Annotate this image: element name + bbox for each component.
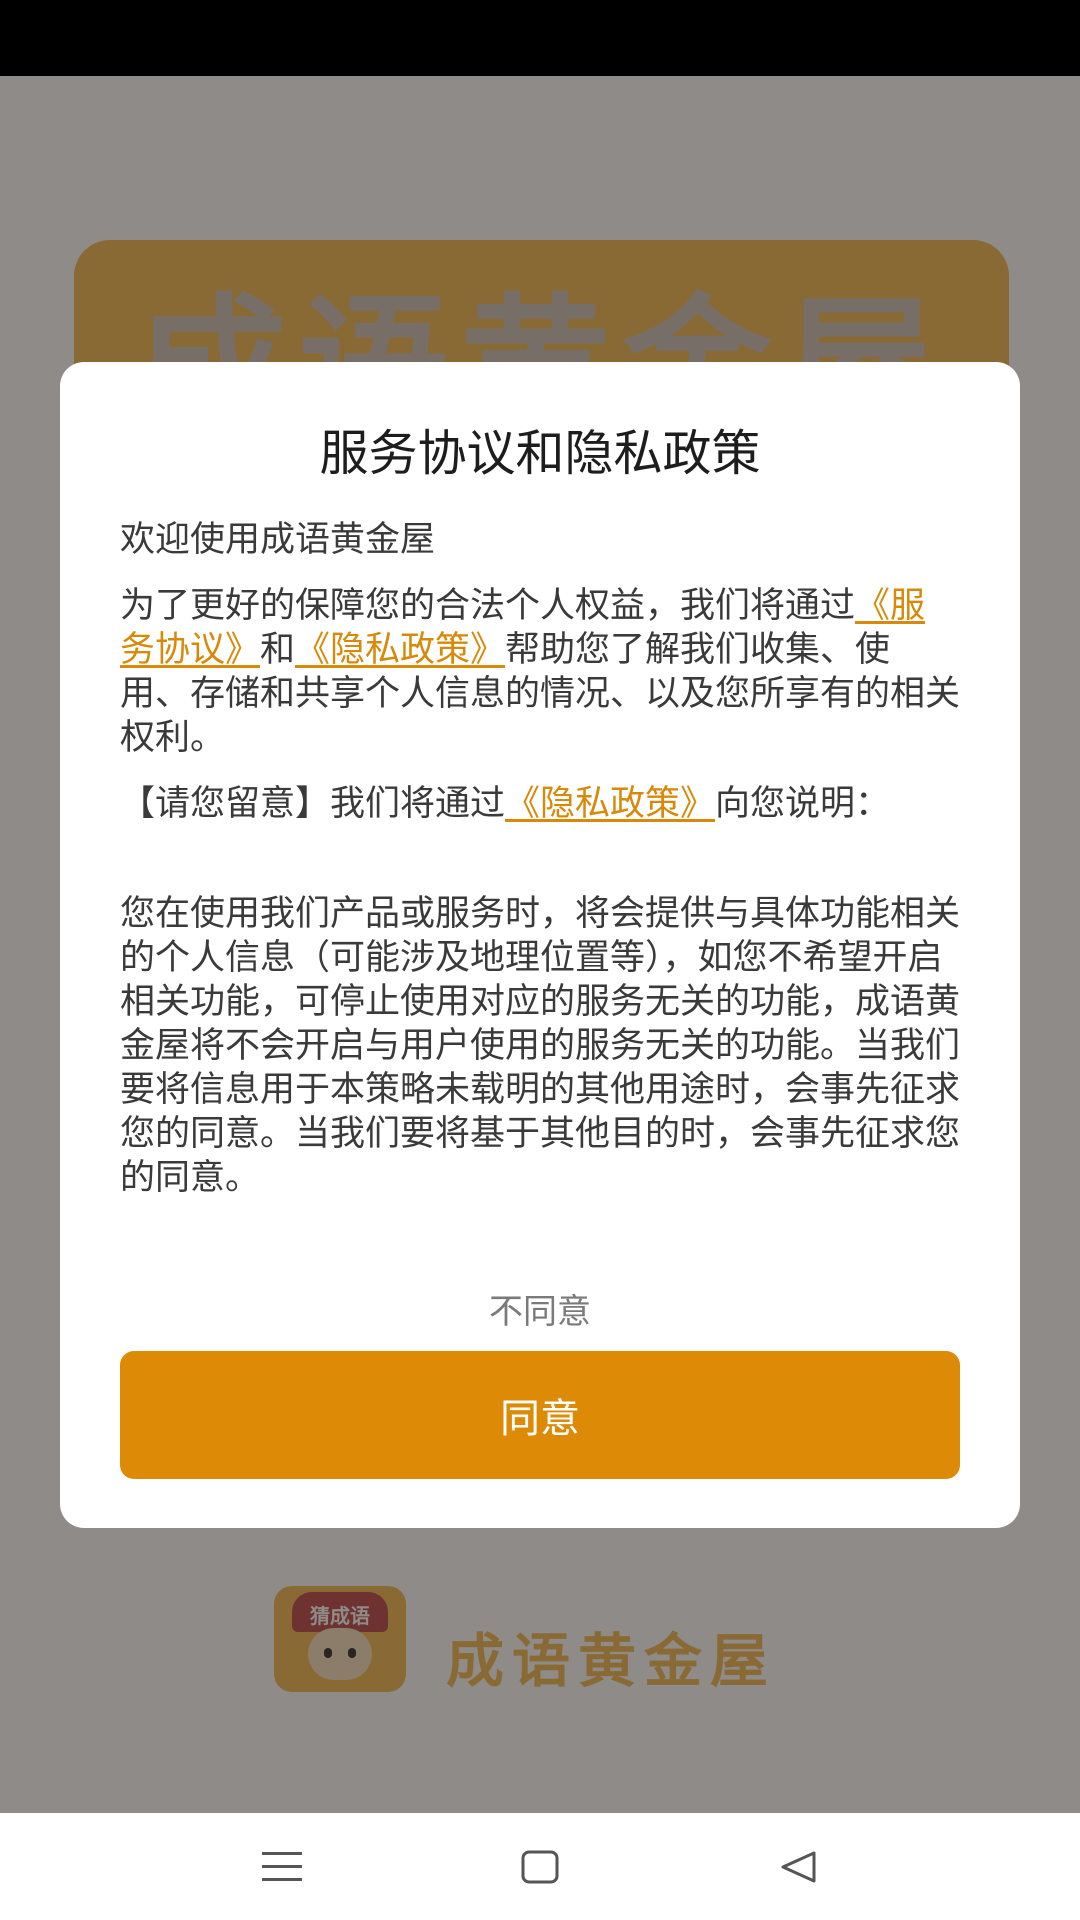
logo-right-eye [348,1648,356,1658]
disagree-button[interactable]: 不同意 [60,1284,1020,1333]
nav-menu-button[interactable] [247,1837,317,1897]
nav-home-button[interactable] [505,1837,575,1897]
privacy-policy-link[interactable]: 《隐私政策》 [295,630,505,670]
privacy-dialog: 服务协议和隐私政策 欢迎使用成语黄金屋 为了更好的保障您的合法个人权益，我们将通… [60,362,1020,1528]
menu-lines-icon [262,1852,302,1881]
intro-paragraph: 为了更好的保障您的合法个人权益，我们将通过《服务协议》和《隐私政策》帮助您了解我… [120,584,960,760]
square-home-icon [521,1850,559,1884]
logo-face [308,1628,372,1680]
notice-paragraph: 【请您留意】我们将通过《隐私政策》向您说明： [120,782,960,826]
intro-and-text: 和 [260,630,296,670]
welcome-text: 欢迎使用成语黄金屋 [120,520,436,560]
logo-hat: 猜成语 [292,1592,388,1632]
nav-back-button[interactable] [763,1837,833,1897]
notice-text-2: 向您说明： [715,784,891,824]
triangle-back-icon [781,1851,816,1883]
app-logo: 猜成语 [274,1586,406,1692]
splash-app-name: 成语黄金屋 [446,1627,777,1695]
logo-left-eye [324,1648,332,1658]
dialog-title: 服务协议和隐私政策 [319,425,761,482]
agree-button-label: 同意 [500,1396,580,1442]
privacy-policy-link-2[interactable]: 《隐私政策》 [505,784,715,824]
system-nav-bar [0,1813,1080,1920]
status-bar [0,0,1080,76]
intro-text-1: 为了更好的保障您的合法个人权益，我们将通过 [120,586,856,626]
agree-button[interactable]: 同意 [120,1351,960,1479]
detail-paragraph: 您在使用我们产品或服务时，将会提供与具体功能相关的个人信息（可能涉及地理位置等）… [120,894,961,1198]
notice-text-1: 【请您留意】我们将通过 [120,784,506,824]
logo-badge-text: 猜成语 [310,1604,370,1628]
